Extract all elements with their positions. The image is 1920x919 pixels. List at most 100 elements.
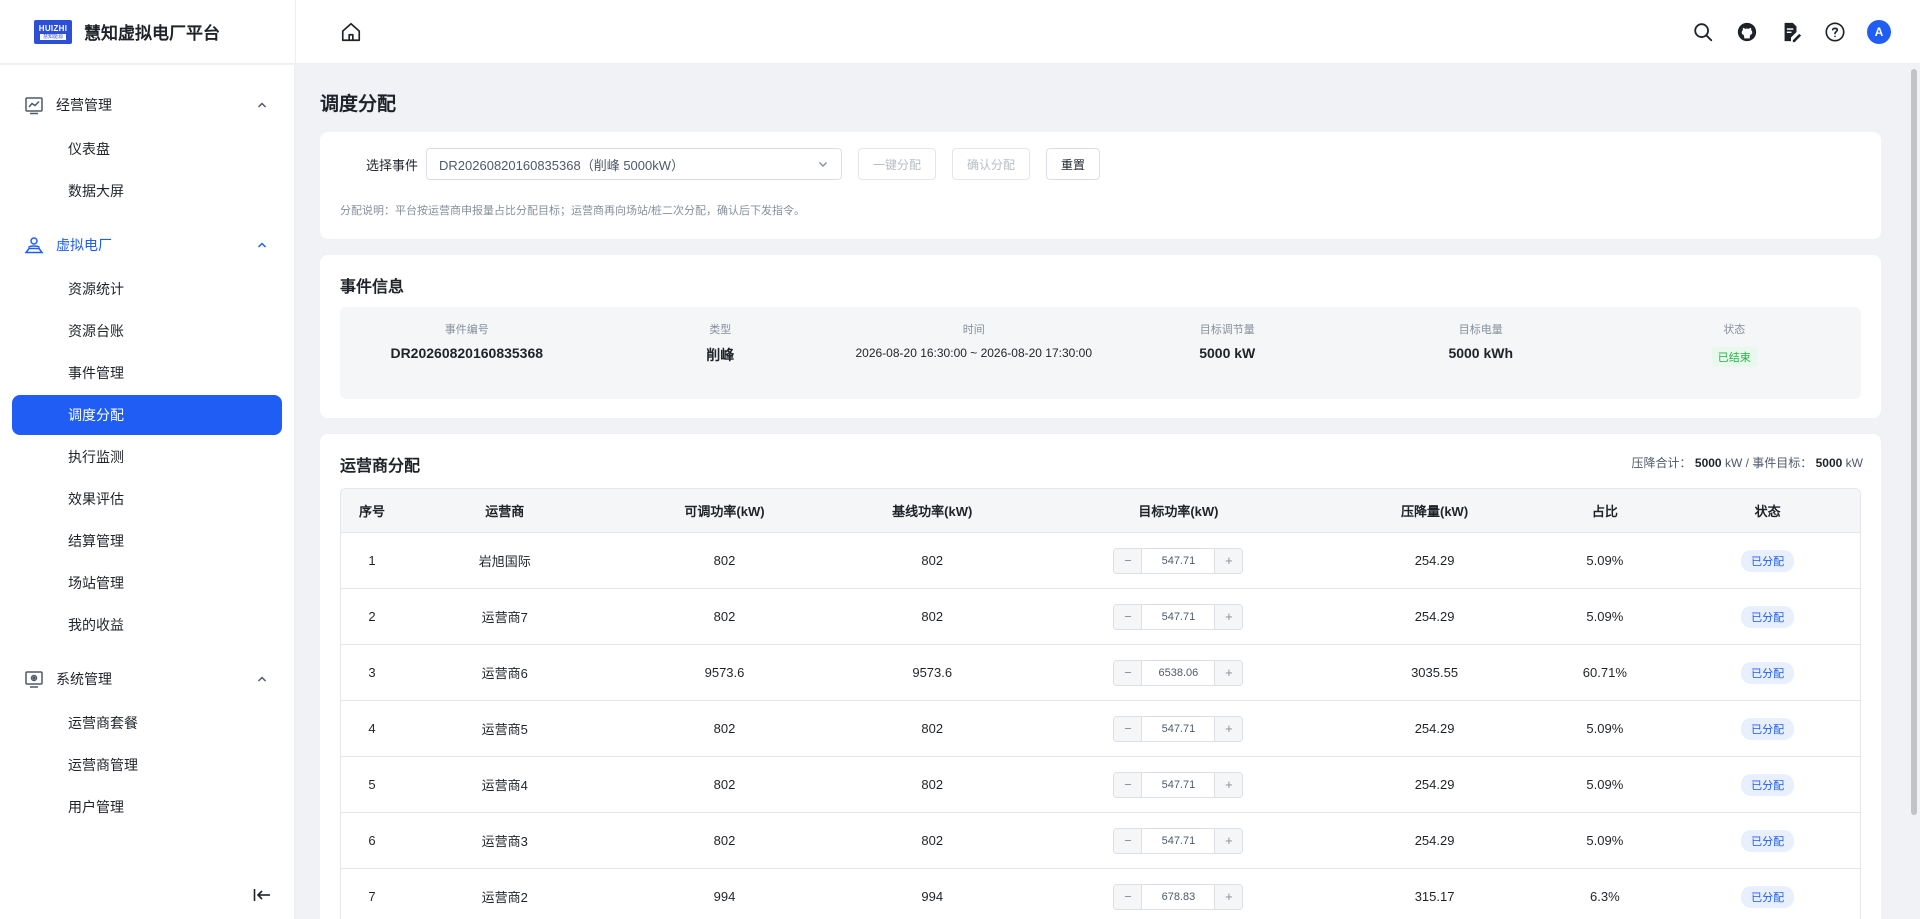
increment-button[interactable]: + (1215, 828, 1243, 853)
sidebar-group-vpp[interactable]: 虚拟电厂 (0, 223, 294, 267)
target-power-stepper[interactable]: −6538.06 + (1113, 659, 1244, 686)
cell-no: 6 (368, 833, 376, 848)
increment-button[interactable]: + (1215, 548, 1243, 573)
sidebar-collapse-button[interactable] (250, 883, 274, 907)
home-button[interactable] (338, 19, 364, 45)
info-label: 目标电量 (1458, 324, 1503, 336)
target-power-input[interactable]: 678.83 (1141, 884, 1216, 909)
status-badge: 已分配 (1741, 885, 1795, 908)
cell-status: 已分配 (1675, 773, 1860, 796)
help-icon (1825, 21, 1845, 42)
allocation-note: 分配说明：平台按运营商申报量占比分配目标；运营商再向场站/桩二次分配，确认后下发… (340, 205, 806, 217)
cell-adjustable-power: 802 (713, 553, 736, 568)
event-select[interactable]: DR20260820160835368（削峰 5000kW） (426, 148, 843, 180)
target-power-input[interactable]: 547.71 (1141, 548, 1216, 573)
increment-button[interactable]: + (1215, 716, 1243, 741)
status-badge: 已分配 (1741, 661, 1795, 684)
chevron-up-icon (257, 676, 267, 682)
sidebar-item-dispatch-allocation[interactable]: 调度分配 (12, 395, 282, 435)
sidebar-item-resource-ledger[interactable]: 资源台账 (12, 311, 282, 351)
info-type: 类型 削峰 (594, 307, 848, 399)
sidebar-item-execution-monitor[interactable]: 执行监测 (12, 437, 282, 477)
sidebar-group-label: 虚拟电厂 (56, 237, 112, 253)
increment-button[interactable]: + (1215, 884, 1243, 909)
page-title: 调度分配 (320, 94, 397, 115)
sidebar-group-business[interactable]: 经营管理 (0, 83, 294, 127)
target-power-input[interactable]: 547.71 (1141, 716, 1216, 741)
sidebar-item-my-revenue[interactable]: 我的收益 (12, 605, 282, 645)
one-click-allocate-button[interactable]: 一键分配 (858, 148, 937, 180)
decrement-button[interactable]: − (1114, 884, 1142, 909)
logo: HUIZHI 慧知能源 (34, 19, 72, 44)
table-body: 1 岩旭国际 802 802−547.71 +254.29 5.09% 已分配 2 运营商7 80… (341, 533, 1860, 919)
decrement-button[interactable]: − (1114, 660, 1142, 685)
help-button[interactable] (1822, 19, 1848, 45)
sidebar-item-user-management[interactable]: 用户管理 (12, 787, 282, 827)
sidebar-item-dashboard[interactable]: 仪表盘 (12, 129, 282, 169)
brand[interactable]: HUIZHI 慧知能源 慧知虚拟电厂平台 (0, 0, 296, 64)
target-power-input[interactable]: 547.71 (1141, 604, 1216, 629)
increment-button[interactable]: + (1215, 772, 1243, 797)
sidebar-group-system[interactable]: 系统管理 (0, 657, 294, 701)
column-header: 可调功率(kW) (684, 504, 765, 519)
filter-label: 选择事件 (366, 157, 419, 173)
cell-operator: 岩旭国际 (478, 554, 531, 569)
info-target-energy: 目标电量 5000 kWh (1354, 307, 1608, 399)
cell-target-power: −547.71 + (1022, 827, 1335, 854)
cell-adjustable-power: 802 (713, 609, 736, 624)
decrement-button[interactable]: − (1114, 604, 1142, 629)
column-header: 状态 (1754, 504, 1781, 519)
sidebar-item-data-screen[interactable]: 数据大屏 (12, 171, 282, 211)
target-power-input[interactable]: 547.71 (1141, 772, 1216, 797)
docs-button[interactable] (1778, 19, 1804, 45)
sidebar-item-effect-evaluation[interactable]: 效果评估 (12, 479, 282, 519)
reset-button[interactable]: 重置 (1046, 148, 1101, 180)
decrement-button[interactable]: − (1114, 716, 1142, 741)
info-time: 时间 2026-08-20 16:30:00 ~ 2026-08-20 17:3… (847, 307, 1101, 399)
target-power-stepper[interactable]: −678.83 + (1113, 883, 1244, 910)
sidebar-item-station-management[interactable]: 场站管理 (12, 563, 282, 603)
monitor-settings-icon (24, 669, 44, 689)
cell-operator: 运营商3 (481, 834, 528, 849)
target-power-input[interactable]: 6538.06 (1141, 660, 1216, 685)
cell-reduction: 3035.55 (1411, 665, 1459, 680)
target-power-stepper[interactable]: −547.71 + (1113, 603, 1244, 630)
column-header: 压降量(kW) (1400, 504, 1469, 519)
table-row: 1 岩旭国际 802 802−547.71 +254.29 5.09% 已分配 (341, 533, 1860, 589)
page-scrollbar[interactable] (1908, 65, 1920, 919)
logo-text-top: HUIZHI (38, 23, 68, 33)
user-avatar-button[interactable]: A (1866, 19, 1892, 45)
decrement-button[interactable]: − (1114, 548, 1142, 573)
top-header: HUIZHI 慧知能源 慧知虚拟电厂平台 A (0, 0, 1920, 64)
github-button[interactable] (1734, 19, 1760, 45)
scrollbar-thumb[interactable] (1911, 69, 1917, 815)
target-power-stepper[interactable]: −547.71 + (1113, 827, 1244, 854)
search-button[interactable] (1690, 19, 1716, 45)
info-value: 5000 kW (1199, 345, 1256, 361)
cell-baseline-power: 802 (921, 833, 944, 848)
github-icon (1737, 22, 1757, 41)
allocation-title: 运营商分配 (340, 458, 421, 475)
info-target-adjust: 目标调节量 5000 kW (1101, 307, 1355, 399)
increment-button[interactable]: + (1215, 660, 1243, 685)
confirm-allocate-button[interactable]: 确认分配 (952, 148, 1031, 180)
sidebar-item-event-management[interactable]: 事件管理 (12, 353, 282, 393)
target-power-stepper[interactable]: −547.71 + (1113, 547, 1244, 574)
sidebar-item-operator-management[interactable]: 运营商管理 (12, 745, 282, 785)
target-power-stepper[interactable]: −547.71 + (1113, 771, 1244, 798)
sidebar-item-operator-package[interactable]: 运营商套餐 (12, 703, 282, 743)
table-row: 6 运营商3 802 802−547.71 +254.29 5.09% 已分配 (341, 813, 1860, 869)
decrement-button[interactable]: − (1114, 772, 1142, 797)
filter-card: 选择事件 DR20260820160835368（削峰 5000kW） 一键分配… (320, 132, 1881, 239)
sidebar-item-settlement[interactable]: 结算管理 (12, 521, 282, 561)
info-value: 5000 kWh (1448, 345, 1514, 361)
logo-text-bottom: 慧知能源 (39, 33, 66, 40)
cell-ratio: 60.71% (1582, 665, 1627, 680)
increment-button[interactable]: + (1215, 604, 1243, 629)
sidebar-item-resource-stats[interactable]: 资源统计 (12, 269, 282, 309)
cell-no: 7 (368, 889, 376, 904)
decrement-button[interactable]: − (1114, 828, 1142, 853)
target-power-input[interactable]: 547.71 (1141, 828, 1216, 853)
target-power-stepper[interactable]: −547.71 + (1113, 715, 1244, 742)
info-label: 时间 (962, 324, 985, 336)
